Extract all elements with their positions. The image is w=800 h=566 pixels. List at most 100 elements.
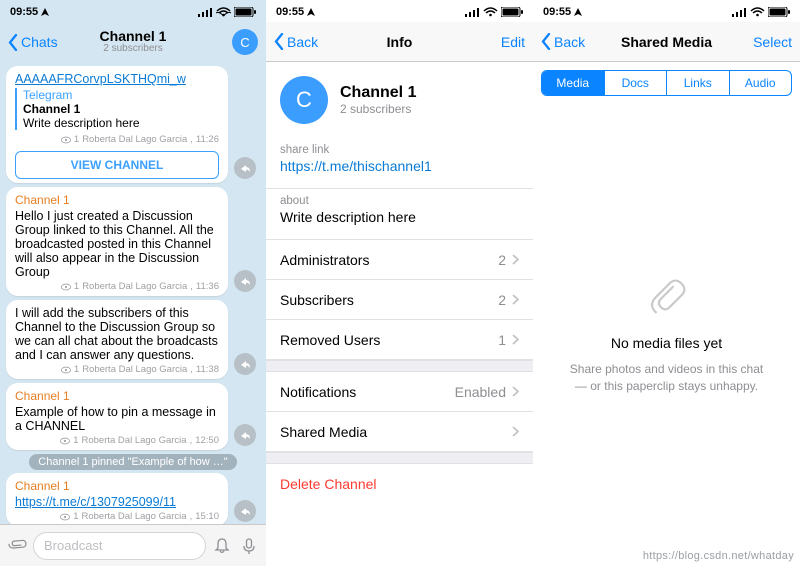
status-bar: 09:55 xyxy=(0,0,266,22)
share-icon xyxy=(240,506,251,517)
chevron-left-icon xyxy=(8,34,18,51)
location-icon xyxy=(573,7,583,17)
chevron-right-icon xyxy=(512,386,519,397)
status-bar: 09:55 xyxy=(533,0,800,22)
back-button[interactable]: Chats xyxy=(8,34,63,51)
message-link[interactable]: AAAAAFRCorvpLSKTHQmi_w xyxy=(15,72,219,86)
chat-screen: 09:55 Chats Channel 1 2 subscribers C xyxy=(0,0,266,566)
channel-name: Channel 1 xyxy=(340,84,416,102)
nav-bar: Back Info Edit xyxy=(266,22,533,62)
views-icon xyxy=(61,366,71,374)
info-body: C Channel 1 2 subscribers share link htt… xyxy=(266,62,533,566)
message-text: Example of how to pin a message in a CHA… xyxy=(15,405,219,433)
info-screen: 09:55 Back Info Edit C Channel 1 2 su xyxy=(266,0,533,566)
page-title: Shared Media xyxy=(596,35,737,49)
removed-users-row[interactable]: Removed Users 1 xyxy=(266,320,533,360)
location-icon xyxy=(306,7,316,17)
chevron-right-icon xyxy=(512,294,519,305)
paperclip-large-icon xyxy=(644,275,690,321)
status-bar: 09:55 xyxy=(266,0,533,22)
nav-bar: Chats Channel 1 2 subscribers C xyxy=(0,22,266,62)
about-text: Write description here xyxy=(280,209,519,225)
back-label: Back xyxy=(287,34,318,50)
chat-body[interactable]: AAAAAFRCorvpLSKTHQmi_w Telegram Channel … xyxy=(0,62,266,524)
tab-audio[interactable]: Audio xyxy=(729,71,792,95)
tab-media[interactable]: Media xyxy=(542,71,604,95)
share-button[interactable] xyxy=(234,353,256,375)
chat-title: Channel 1 xyxy=(63,29,203,43)
battery-icon xyxy=(768,7,790,17)
battery-icon xyxy=(501,7,523,17)
status-time: 09:55 xyxy=(10,6,38,18)
link-preview: Telegram Channel 1 Write description her… xyxy=(15,88,219,130)
mic-button[interactable] xyxy=(238,535,260,557)
shared-media-row[interactable]: Shared Media xyxy=(266,412,533,452)
wifi-icon xyxy=(483,7,498,17)
mic-icon xyxy=(240,537,258,555)
compose-bar: Broadcast xyxy=(0,524,266,566)
message-link[interactable]: https://t.me/c/1307925099/11 xyxy=(15,495,219,509)
view-channel-button[interactable]: VIEW CHANNEL xyxy=(15,151,219,179)
share-button[interactable] xyxy=(234,270,256,292)
empty-title: No media files yet xyxy=(611,335,722,351)
share-link-section[interactable]: share link https://t.me/thischannel1 xyxy=(266,138,533,189)
bell-icon xyxy=(213,537,231,555)
edit-button[interactable]: Edit xyxy=(501,34,525,50)
segmented-tabs: Media Docs Links Audio xyxy=(541,70,792,96)
select-button[interactable]: Select xyxy=(753,34,792,50)
share-icon xyxy=(240,430,251,441)
chevron-right-icon xyxy=(512,334,519,345)
profile-header: C Channel 1 2 subscribers xyxy=(266,62,533,138)
message-bubble[interactable]: I will add the subscribers of this Chann… xyxy=(6,300,228,379)
separator xyxy=(266,360,533,372)
signal-icon xyxy=(732,7,747,17)
signal-icon xyxy=(198,7,213,17)
chevron-left-icon xyxy=(541,33,551,50)
wifi-icon xyxy=(216,7,231,17)
wifi-icon xyxy=(750,7,765,17)
subscribers-row[interactable]: Subscribers 2 xyxy=(266,280,533,320)
empty-subtitle: Share photos and videos in this chat — o… xyxy=(563,361,770,395)
back-button[interactable]: Back xyxy=(541,33,596,50)
delete-channel-row[interactable]: Delete Channel xyxy=(266,464,533,504)
attach-button[interactable] xyxy=(6,535,28,557)
message-text: Hello I just created a Discussion Group … xyxy=(15,209,219,279)
back-label: Back xyxy=(554,34,585,50)
back-label: Chats xyxy=(21,34,58,50)
back-button[interactable]: Back xyxy=(274,33,329,50)
views-icon xyxy=(61,283,71,291)
administrators-row[interactable]: Administrators 2 xyxy=(266,240,533,280)
compose-input[interactable]: Broadcast xyxy=(33,532,206,560)
message-bubble[interactable]: Channel 1 https://t.me/c/1307925099/11 1… xyxy=(6,473,228,524)
tab-docs[interactable]: Docs xyxy=(604,71,667,95)
nav-bar: Back Shared Media Select xyxy=(533,22,800,62)
share-button[interactable] xyxy=(234,500,256,522)
message-bubble[interactable]: AAAAAFRCorvpLSKTHQmi_w Telegram Channel … xyxy=(6,66,228,183)
message-text: I will add the subscribers of this Chann… xyxy=(15,306,219,362)
notifications-row[interactable]: Notifications Enabled xyxy=(266,372,533,412)
channel-avatar[interactable]: C xyxy=(232,29,258,55)
channel-subscribers: 2 subscribers xyxy=(340,102,416,116)
share-link[interactable]: https://t.me/thischannel1 xyxy=(280,158,519,174)
chevron-right-icon xyxy=(512,426,519,437)
status-time: 09:55 xyxy=(276,6,304,18)
watermark: https://blog.csdn.net/whatday xyxy=(643,550,794,562)
share-button[interactable] xyxy=(234,157,256,179)
empty-state: No media files yet Share photos and vide… xyxy=(533,104,800,566)
share-icon xyxy=(240,359,251,370)
chevron-left-icon xyxy=(274,33,284,50)
share-button[interactable] xyxy=(234,424,256,446)
message-bubble[interactable]: Channel 1 Hello I just created a Discuss… xyxy=(6,187,228,296)
message-bubble[interactable]: Channel 1 Example of how to pin a messag… xyxy=(6,383,228,450)
mute-button[interactable] xyxy=(211,535,233,557)
tab-links[interactable]: Links xyxy=(666,71,729,95)
page-title: Info xyxy=(329,35,470,49)
channel-avatar[interactable]: C xyxy=(280,76,328,124)
share-icon xyxy=(240,276,251,287)
paperclip-icon xyxy=(7,536,27,556)
battery-icon xyxy=(234,7,256,17)
chat-subtitle: 2 subscribers xyxy=(63,43,203,55)
pinned-indicator[interactable]: Channel 1 pinned "Example of how …" xyxy=(29,454,236,470)
share-icon xyxy=(240,163,251,174)
chevron-right-icon xyxy=(512,254,519,265)
